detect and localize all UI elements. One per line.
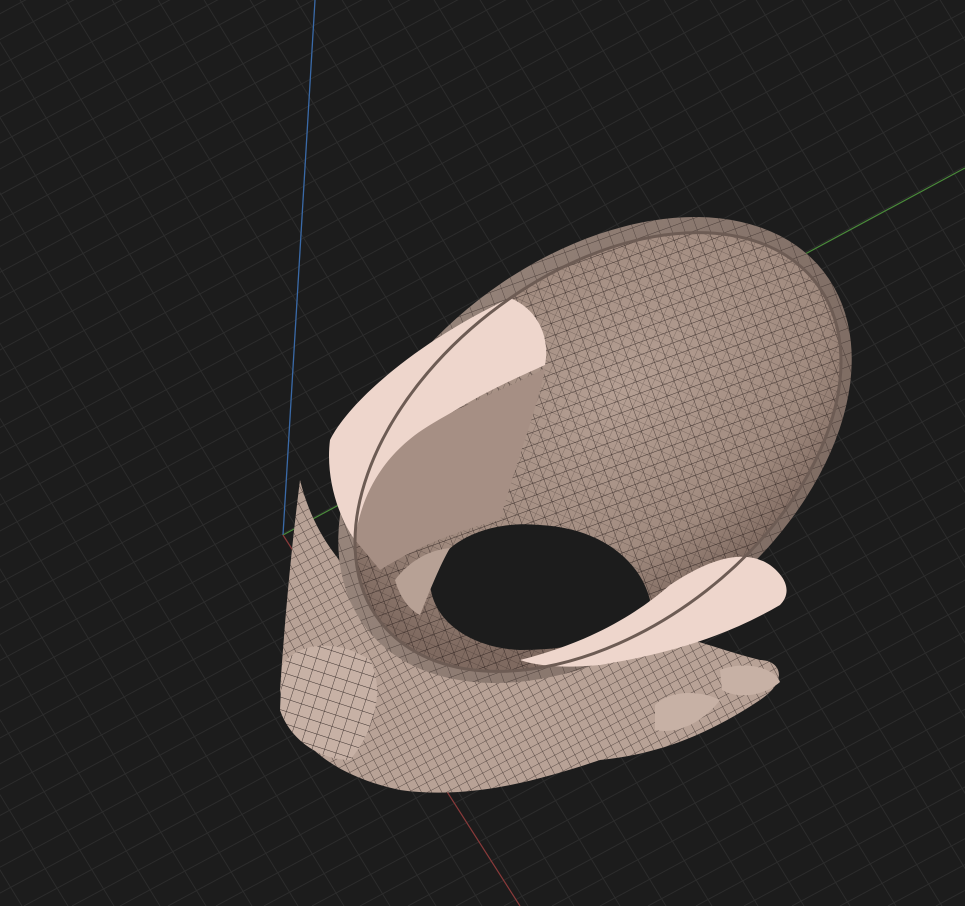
- face-mask-mesh[interactable]: [250, 122, 941, 793]
- grid-line: [0, 793, 69, 906]
- grid-line: [0, 342, 345, 906]
- grid-line: [0, 643, 161, 906]
- grid-line: [0, 492, 253, 906]
- grid-line: [0, 0, 27, 15]
- viewport-canvas[interactable]: [0, 0, 965, 906]
- 3d-viewport[interactable]: [0, 0, 965, 906]
- grid-line: [0, 0, 315, 170]
- grid-line: [847, 0, 965, 193]
- grid-line: [0, 0, 171, 92]
